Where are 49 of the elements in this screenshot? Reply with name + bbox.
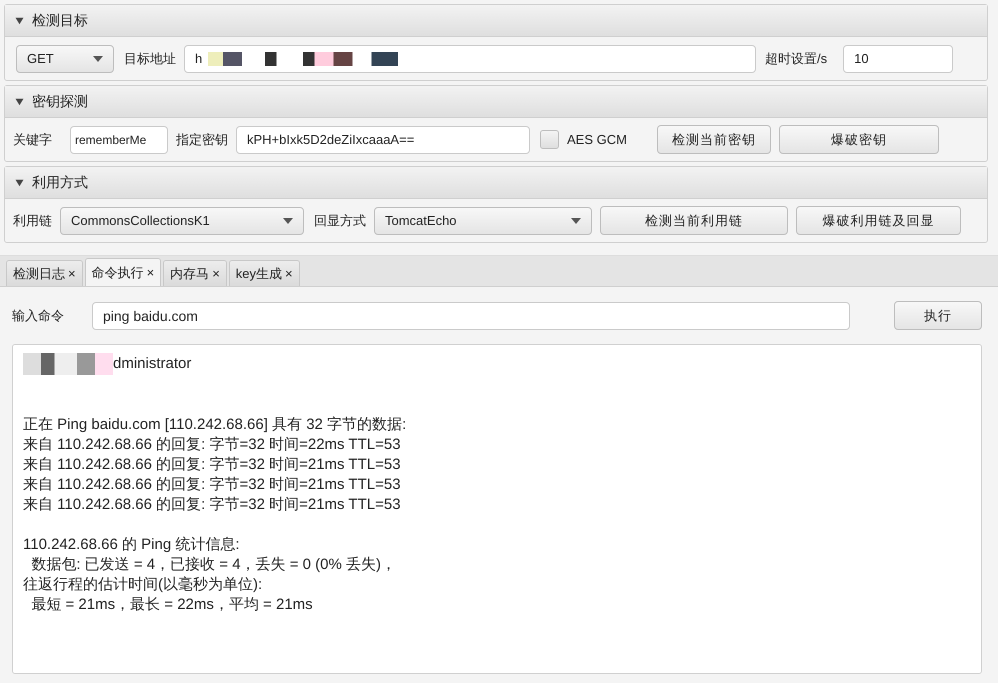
dropdown[interactable]: CommonsCollectionsK1 <box>60 206 304 234</box>
output-line: 来自 110.242.68.66 的回复: 字节=32 时间=21ms TTL=53 <box>23 455 402 475</box>
key-field[interactable]: kPH+bIxk5D2deZiIxcaaaA== <box>236 126 530 154</box>
collapse-icon[interactable] <box>15 16 24 24</box>
field-label: 关键字 <box>13 130 52 149</box>
tab[interactable]: 检测日志 <box>13 264 65 284</box>
dropdown[interactable]: TomcatEcho <box>374 206 592 234</box>
output-line: dministrator <box>113 354 192 372</box>
output-line: 来自 110.242.68.66 的回复: 字节=32 时间=21ms TTL=53 <box>23 495 402 515</box>
brute-force-chain-button[interactable]: 爆破利用链及回显 <box>796 206 961 235</box>
output-line: 往返行程的估计时间(以毫秒为单位): <box>23 575 264 595</box>
close-button[interactable]: × <box>212 264 220 284</box>
output-line: 数据包: 已发送 = 4，已接收 = 4，丢失 = 0 (0% 丢失)， <box>30 555 397 575</box>
checkbox[interactable] <box>540 130 559 149</box>
field-label: 目标地址 <box>124 50 176 68</box>
close-button[interactable]: × <box>146 262 154 282</box>
field-label: 利用链 <box>13 212 52 230</box>
output-line: 110.242.68.66 的 Ping 统计信息: <box>23 535 241 555</box>
caret-icon <box>571 218 581 224</box>
section-title: 利用方式 <box>32 173 88 192</box>
close-button[interactable]: × <box>285 264 293 284</box>
collapse-icon[interactable] <box>15 98 24 106</box>
tab[interactable]: 内存马 <box>170 264 210 284</box>
close-button[interactable]: × <box>68 264 76 284</box>
command-field[interactable]: ping baidu.com <box>92 302 850 330</box>
check-key-button[interactable]: 检测当前密钥 <box>656 125 771 154</box>
check-chain-button[interactable]: 检测当前利用链 <box>600 206 788 235</box>
caret-icon <box>93 56 103 62</box>
url-field[interactable]: h <box>184 44 756 72</box>
tab[interactable]: key生成 <box>236 264 282 284</box>
keyword-field[interactable]: rememberMe <box>70 126 168 154</box>
field-label: 回显方式 <box>314 212 366 230</box>
output-line: 来自 110.242.68.66 的回复: 字节=32 时间=21ms TTL=53 <box>23 475 402 495</box>
dropdown[interactable]: GET <box>16 44 114 72</box>
collapse-icon[interactable] <box>15 178 24 186</box>
section-title: 密钥探测 <box>32 92 88 111</box>
field-label: AES GCM <box>567 130 627 149</box>
output-line: 正在 Ping baidu.com [110.242.68.66] 具有 32 字节的数据: <box>23 415 408 435</box>
section-title: 检测目标 <box>32 11 88 30</box>
output-line: 来自 110.242.68.66 的回复: 字节=32 时间=22ms TTL=53 <box>23 435 402 455</box>
field-label: 输入命令 <box>12 306 64 325</box>
output-line: 最短 = 21ms，最长 = 22ms，平均 = 21ms <box>30 595 314 615</box>
timeout-field[interactable]: 10 <box>843 44 954 72</box>
caret-icon <box>283 218 293 224</box>
field-label: 超时设置/s <box>765 50 828 68</box>
brute-force-key-button[interactable]: 爆破密钥 <box>778 125 939 154</box>
tab[interactable]: 命令执行 <box>92 262 144 282</box>
execute-button[interactable]: 执行 <box>894 301 982 330</box>
field-label: 指定密钥 <box>176 130 228 149</box>
